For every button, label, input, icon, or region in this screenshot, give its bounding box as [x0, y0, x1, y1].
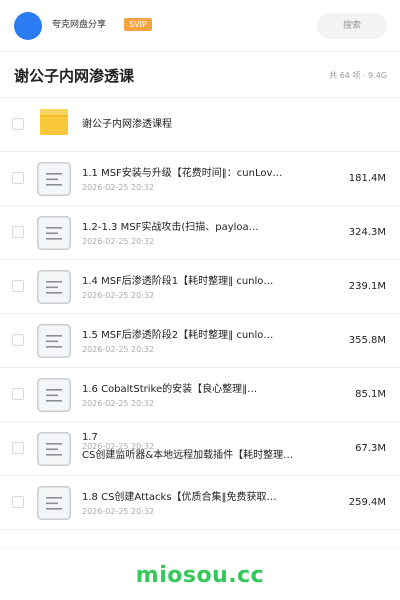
item-name: 1.5 MSF后渗透阶段2【耗时整理‖ cunlo… — [82, 330, 274, 341]
item-date: 2026-02-25 20:32 — [82, 399, 155, 408]
item-size: 355.8M — [348, 335, 386, 346]
avatar[interactable] — [14, 12, 42, 40]
item-name: 1.2-1.3 MSF实战攻击(扫描、payloa… — [82, 222, 259, 233]
select-checkbox[interactable] — [12, 172, 24, 184]
video-file-icon — [37, 486, 71, 520]
item-size: 85.1M — [355, 389, 386, 400]
item-date: 2026-02-25 20:32 — [82, 183, 155, 192]
item-name: 1.8 CS创建Attacks【优质合集‖免费获取… — [82, 492, 277, 503]
video-file-icon — [37, 324, 71, 358]
select-checkbox[interactable] — [12, 334, 24, 346]
top-header: 夸克网盘分享 SVIP 搜索 — [0, 0, 400, 52]
item-date: 2026-02-25 20:32 — [82, 507, 155, 516]
list-item[interactable]: 1.2-1.3 MSF实战攻击(扫描、payloa… 2026-02-25 20… — [0, 206, 400, 260]
item-size: 67.3M — [355, 443, 386, 454]
item-name: 1.6 CobaltStrike的安装【良心整理‖… — [82, 384, 258, 395]
list-item[interactable]: 1.4 MSF后渗透阶段1【耗时整理‖ cunlo… 2026-02-25 20… — [0, 260, 400, 314]
list-item[interactable]: 1.1 MSF安装与升级【花费时间‖：cunLov… 2026-02-25 20… — [0, 152, 400, 206]
video-file-icon — [37, 432, 71, 466]
list-item[interactable]: 2026-02-25 20:32 1.7 CS创建监听器&本地远程加载插件【耗时… — [0, 422, 400, 476]
item-name: 1.1 MSF安装与升级【花费时间‖：cunLov… — [82, 168, 283, 179]
page-title: 谢公子内网渗透课 — [14, 67, 135, 85]
select-checkbox[interactable] — [12, 118, 24, 130]
search-input[interactable]: 搜索 — [317, 13, 387, 39]
list-item[interactable]: 1.6 CobaltStrike的安装【良心整理‖… 2026-02-25 20… — [0, 368, 400, 422]
svip-badge: SVIP — [124, 18, 152, 31]
select-checkbox[interactable] — [12, 226, 24, 238]
item-size: 239.1M — [348, 281, 386, 292]
item-size: 324.3M — [348, 227, 386, 238]
item-name-line-1: 1.7 — [82, 432, 98, 443]
list-item[interactable]: 1.8 CS创建Attacks【优质合集‖免费获取… 2026-02-25 20… — [0, 476, 400, 530]
app-name: 夸克网盘分享 — [52, 20, 107, 30]
share-page: 夸克网盘分享 SVIP 搜索 谢公子内网渗透课 共 64 项 · 9.4G 谢公… — [0, 0, 400, 600]
select-checkbox[interactable] — [12, 280, 24, 292]
list-item[interactable]: 谢公子内网渗透课程 — [0, 98, 400, 152]
item-date: 2026-02-25 20:32 — [82, 291, 155, 300]
select-checkbox[interactable] — [12, 442, 24, 454]
item-size: 259.4M — [348, 497, 386, 508]
video-file-icon — [37, 216, 71, 250]
video-file-icon — [37, 162, 71, 196]
item-name: 1.4 MSF后渗透阶段1【耗时整理‖ cunlo… — [82, 276, 274, 287]
list-item[interactable]: 1.5 MSF后渗透阶段2【耗时整理‖ cunlo… 2026-02-25 20… — [0, 314, 400, 368]
folder-title-bar: 谢公子内网渗透课 共 64 项 · 9.4G — [0, 52, 400, 98]
brand-watermark: miosou.cc — [135, 563, 265, 588]
item-name-line-2: CS创建监听器&本地远程加载插件【耗时整理… — [82, 450, 294, 461]
item-name: 谢公子内网渗透课程 — [82, 119, 172, 130]
item-date: 2026-02-25 20:32 — [82, 237, 155, 246]
item-name: 1.7 CS创建监听器&本地远程加载插件【耗时整理… — [82, 431, 312, 462]
folder-icon — [40, 109, 68, 135]
select-checkbox[interactable] — [12, 388, 24, 400]
item-date: 2026-02-25 20:32 — [82, 345, 155, 354]
item-size: 181.4M — [348, 173, 386, 184]
select-checkbox[interactable] — [12, 496, 24, 508]
video-file-icon — [37, 270, 71, 304]
file-list: 谢公子内网渗透课程 1.1 MSF安装与升级【花费时间‖：cunLov… 202… — [0, 98, 400, 530]
video-file-icon — [37, 378, 71, 412]
folder-meta: 共 64 项 · 9.4G — [329, 71, 387, 80]
